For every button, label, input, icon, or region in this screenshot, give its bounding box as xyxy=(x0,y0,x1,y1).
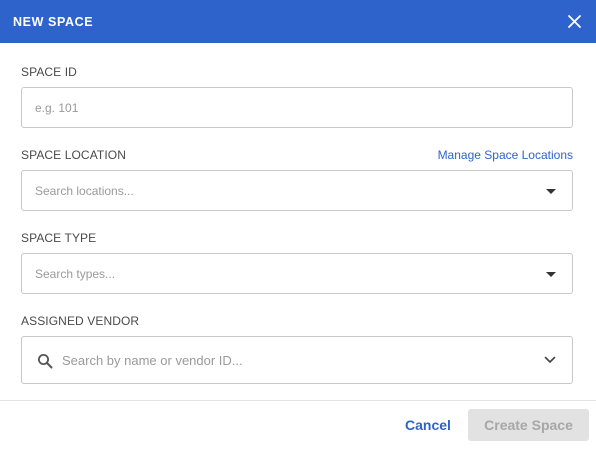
caret-down-icon[interactable] xyxy=(546,271,556,277)
footer-divider xyxy=(0,400,596,401)
space-type-input[interactable] xyxy=(22,254,572,293)
space-id-input[interactable] xyxy=(22,88,572,127)
space-id-label: SPACE ID xyxy=(21,65,77,79)
space-id-field[interactable] xyxy=(21,87,573,128)
assigned-vendor-input[interactable] xyxy=(22,337,572,383)
chevron-down-icon[interactable] xyxy=(544,355,556,365)
space-type-label: SPACE TYPE xyxy=(21,231,97,245)
cancel-button[interactable]: Cancel xyxy=(397,409,459,441)
assigned-vendor-select[interactable] xyxy=(21,336,573,384)
caret-down-icon[interactable] xyxy=(546,188,556,194)
space-type-select[interactable] xyxy=(21,253,573,294)
space-location-select[interactable] xyxy=(21,170,573,211)
manage-space-locations-link[interactable]: Manage Space Locations xyxy=(438,148,573,162)
create-space-button[interactable]: Create Space xyxy=(468,409,589,441)
dialog-title: NEW SPACE xyxy=(13,14,94,29)
close-icon[interactable] xyxy=(567,14,582,29)
space-location-label: SPACE LOCATION xyxy=(21,148,126,162)
assigned-vendor-label: ASSIGNED VENDOR xyxy=(21,314,140,328)
search-icon xyxy=(38,354,53,369)
space-location-input[interactable] xyxy=(22,171,572,210)
dialog-header: NEW SPACE xyxy=(0,0,596,43)
